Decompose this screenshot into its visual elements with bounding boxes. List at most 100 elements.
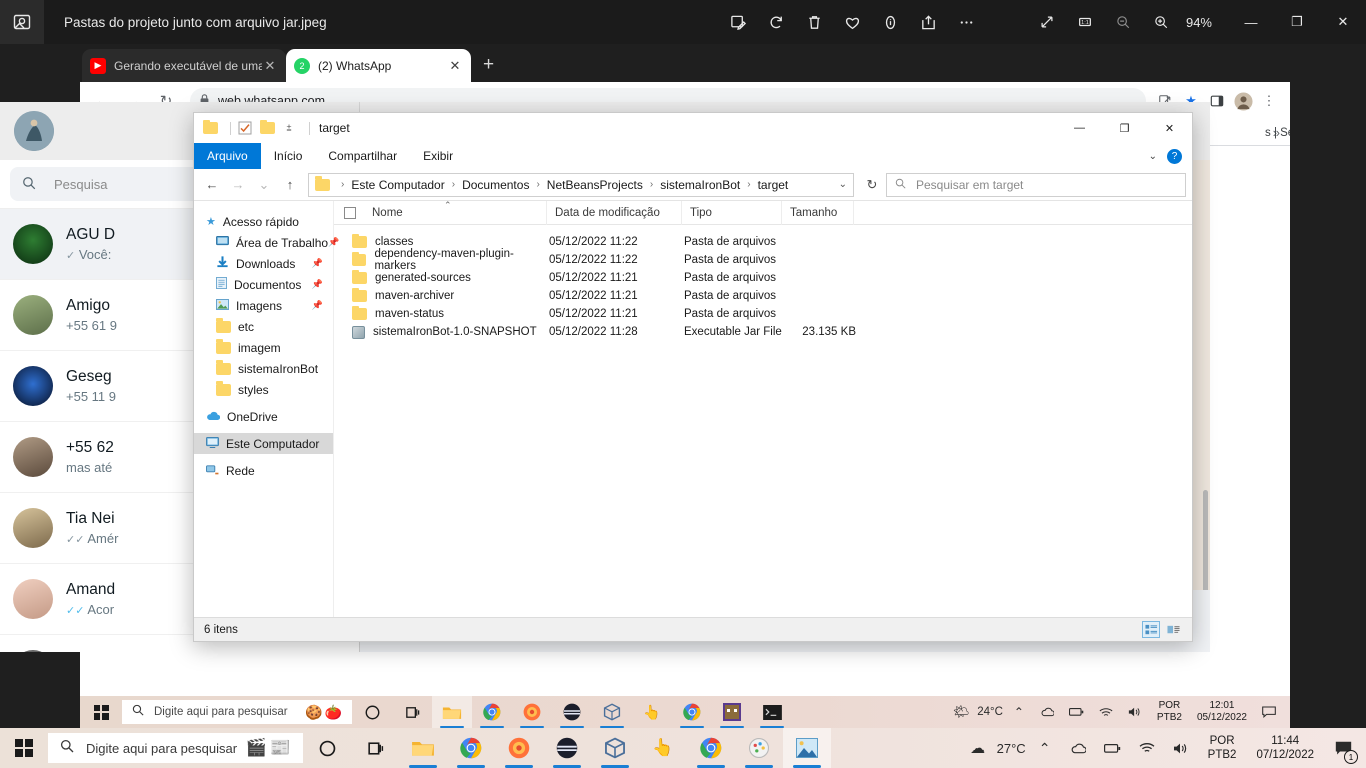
onedrive-tray-icon[interactable] <box>1064 728 1094 768</box>
edit-image-icon[interactable] <box>720 0 758 44</box>
avatar[interactable] <box>14 111 54 151</box>
action-center-icon[interactable]: 1 <box>1326 728 1360 768</box>
column-header-data[interactable]: Data de modificação <box>547 201 682 225</box>
delete-icon[interactable] <box>796 0 834 44</box>
tab-exibir[interactable]: Exibir <box>410 143 466 169</box>
explorer-file-list[interactable]: ⌃ Nome Data de modificação Tipo Tamanho … <box>334 201 1192 617</box>
help-icon[interactable]: ? <box>1167 148 1182 164</box>
column-header-nome[interactable]: Nome <box>364 201 547 225</box>
nav-documentos[interactable]: Documentos 📌 <box>194 274 333 295</box>
customize-dropdown-icon[interactable]: ⩲ <box>281 120 297 136</box>
close-tab-icon[interactable]: ✕ <box>262 58 278 74</box>
taskbar-search-input[interactable]: Digite aqui para pesquisar 🎬 📰 <box>48 733 303 763</box>
zoom-in-icon[interactable] <box>1142 0 1180 44</box>
nav-styles[interactable]: styles <box>194 379 333 400</box>
photos-minimize-button[interactable]: — <box>1228 0 1274 44</box>
chrome-2-icon[interactable] <box>672 696 712 728</box>
show-hidden-icons-icon[interactable]: ⌃ <box>1006 696 1032 728</box>
news-star-icon[interactable]: 📰 <box>270 738 291 758</box>
photo-app-icon[interactable] <box>0 0 44 44</box>
scrollbar[interactable] <box>1203 490 1208 590</box>
clock[interactable]: 12:01 05/12/2022 <box>1191 700 1253 724</box>
new-folder-icon[interactable] <box>259 119 275 136</box>
action-center-icon[interactable] <box>1256 696 1282 728</box>
tab-compartilhar[interactable]: Compartilhar <box>315 143 410 169</box>
table-row[interactable]: maven-archiver 05/12/2022 11:21 Pasta de… <box>334 287 1192 305</box>
photos-icon[interactable] <box>783 728 831 768</box>
pin-icon[interactable]: 📌 <box>312 258 323 269</box>
chrome-menu-icon[interactable]: ⋮ <box>1256 88 1282 114</box>
tab-arquivo[interactable]: Arquivo <box>194 143 261 169</box>
actual-size-icon[interactable]: 1:1 <box>1066 0 1104 44</box>
breadcrumb-item-target[interactable]: target <box>758 178 789 192</box>
paint-icon[interactable] <box>735 728 783 768</box>
file-explorer-icon[interactable] <box>432 696 472 728</box>
table-row[interactable]: sistemaIronBot-1.0-SNAPSHOT 05/12/2022 1… <box>334 323 1192 341</box>
minecraft-icon[interactable] <box>712 696 752 728</box>
breadcrumb-item-documentos[interactable]: Documentos <box>462 178 529 192</box>
clock[interactable]: 11:44 07/12/2022 <box>1248 734 1322 762</box>
cortana-icon[interactable] <box>303 728 351 768</box>
chevron-down-icon[interactable]: ⌄ <box>1149 151 1157 162</box>
battery-icon[interactable] <box>1064 696 1090 728</box>
volume-icon[interactable] <box>1166 728 1196 768</box>
explorer-maximize-button[interactable]: ❐ <box>1102 113 1147 143</box>
nav-etc[interactable]: etc <box>194 316 333 337</box>
details-view-button[interactable] <box>1142 621 1160 638</box>
zoom-out-icon[interactable] <box>1104 0 1142 44</box>
explorer-refresh-button[interactable]: ↻ <box>860 173 884 197</box>
photos-restore-button[interactable]: ❐ <box>1274 0 1320 44</box>
pin-icon[interactable]: 📌 <box>312 300 323 311</box>
bookmark-sel[interactable]: s | Sel... <box>1265 127 1290 139</box>
breadcrumb-item-este-computador[interactable]: Este Computador <box>351 178 444 192</box>
firefox-icon[interactable] <box>512 696 552 728</box>
column-header-tipo[interactable]: Tipo <box>682 201 782 225</box>
nav-area-de-trabalho[interactable]: Área de Trabalho 📌 <box>194 232 339 253</box>
cursor-hand-icon[interactable]: 👆 <box>632 696 672 728</box>
select-all-checkbox[interactable] <box>344 206 356 219</box>
tab-inicio[interactable]: Início <box>261 143 316 169</box>
breadcrumb-dropdown-icon[interactable]: ⌄ <box>831 179 847 190</box>
pin-icon[interactable]: 📌 <box>312 279 323 290</box>
firefox-icon[interactable] <box>495 728 543 768</box>
nav-downloads[interactable]: Downloads 📌 <box>194 253 333 274</box>
volume-icon[interactable] <box>1122 696 1148 728</box>
cloud-icon[interactable]: ☁ <box>963 728 993 768</box>
share-icon[interactable] <box>910 0 948 44</box>
column-header-tamanho[interactable]: Tamanho <box>782 201 854 225</box>
favorite-heart-icon[interactable] <box>834 0 872 44</box>
photos-close-button[interactable]: ✕ <box>1320 0 1366 44</box>
chrome-icon[interactable] <box>472 696 512 728</box>
sun-cloud-icon[interactable]: 🌤 <box>948 696 974 728</box>
windows-start-icon[interactable] <box>80 696 122 728</box>
gingerbread-icon[interactable]: 🍪 <box>305 704 322 721</box>
rotate-icon[interactable] <box>758 0 796 44</box>
properties-check-icon[interactable] <box>237 120 253 136</box>
netbeans-icon[interactable] <box>543 728 591 768</box>
info-icon[interactable] <box>872 0 910 44</box>
breadcrumb-item-netbeansprojects[interactable]: NetBeansProjects <box>547 178 643 192</box>
search-input[interactable]: Pesquisar em target <box>886 172 1186 197</box>
explorer-back-button[interactable]: ← <box>200 173 224 197</box>
nav-rede[interactable]: Rede <box>194 460 333 481</box>
file-explorer-icon[interactable] <box>399 728 447 768</box>
show-hidden-icons-icon[interactable]: ⌃ <box>1030 728 1060 768</box>
table-row[interactable]: dependency-maven-plugin-markers 05/12/20… <box>334 248 1192 272</box>
nav-acesso-rapido[interactable]: ★ Acesso rápido <box>194 211 333 232</box>
new-tab-button[interactable]: + <box>483 54 494 76</box>
nav-este-computador[interactable]: Este Computador <box>194 433 333 454</box>
taskbar-search-input[interactable]: Digite aqui para pesquisar 🍪 🍅 <box>122 700 352 724</box>
nav-onedrive[interactable]: OneDrive <box>194 406 333 427</box>
explorer-minimize-button[interactable]: — <box>1057 113 1102 143</box>
close-tab-icon[interactable]: ✕ <box>447 58 463 74</box>
breadcrumb[interactable]: › Este Computador › Documentos › NetBean… <box>308 172 854 197</box>
battery-icon[interactable] <box>1098 728 1128 768</box>
language-indicator[interactable]: POR PTB2 <box>1200 734 1245 762</box>
table-row[interactable]: maven-status 05/12/2022 11:21 Pasta de a… <box>334 305 1192 323</box>
package-cube-icon[interactable] <box>591 728 639 768</box>
netbeans-icon[interactable] <box>552 696 592 728</box>
explorer-close-button[interactable]: ✕ <box>1147 113 1192 143</box>
explorer-up-button[interactable]: ↑ <box>278 173 302 197</box>
chrome-icon[interactable] <box>447 728 495 768</box>
package-cube-icon[interactable] <box>592 696 632 728</box>
